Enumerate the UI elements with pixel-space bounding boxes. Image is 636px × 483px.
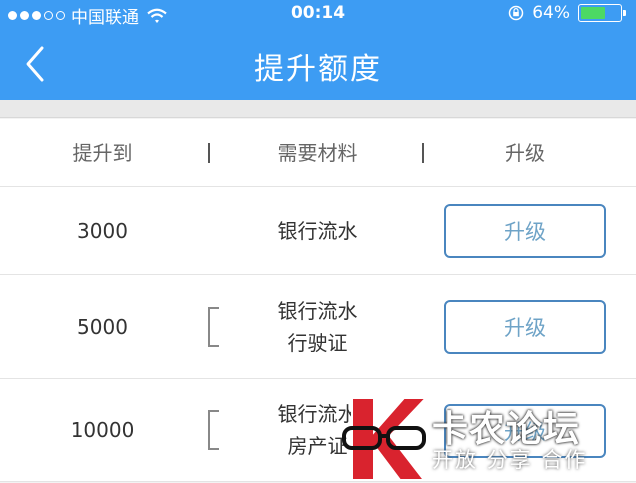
table-header: 提升到 需要材料 升级 <box>0 119 636 187</box>
amount-cell: 10000 <box>70 418 135 442</box>
column-header-upgrade: 升级 <box>505 141 545 165</box>
page-title: 提升额度 <box>254 52 382 87</box>
battery-icon <box>578 4 626 22</box>
amount-cell: 5000 <box>77 314 128 339</box>
amount-cell: 3000 <box>77 218 128 243</box>
forum-logo-icon <box>342 397 429 481</box>
column-divider <box>208 143 210 163</box>
status-bar: 中国联通 00:14 64% <box>0 0 636 28</box>
materials-cell: 银行流水 <box>215 187 420 274</box>
status-right: 64% <box>508 3 626 23</box>
material-item: 房产证 <box>287 434 348 458</box>
upgrade-button[interactable]: 升级 <box>444 300 606 354</box>
material-item: 银行流水 <box>277 218 358 243</box>
material-item: 银行流水 <box>277 298 358 323</box>
rotation-lock-icon <box>508 5 524 21</box>
table-row: 5000 银行流水 行驶证 升级 <box>0 275 636 379</box>
column-divider <box>422 143 424 163</box>
battery-fill <box>581 7 605 19</box>
forum-watermark: 卡农论坛 开放 分享 合作 <box>340 394 630 483</box>
app-header: 中国联通 00:14 64% 提升额度 <box>0 0 636 100</box>
battery-percent: 64% <box>532 3 570 23</box>
column-header-materials: 需要材料 <box>277 141 358 165</box>
watermark-subtitle: 开放 分享 合作 <box>432 448 588 472</box>
column-header-target: 提升到 <box>72 141 133 165</box>
section-spacer <box>0 100 636 118</box>
materials-cell: 银行流水 行驶证 <box>215 275 420 378</box>
material-item: 行驶证 <box>287 330 348 355</box>
upgrade-button[interactable]: 升级 <box>444 204 606 258</box>
table-row: 3000 银行流水 升级 <box>0 187 636 275</box>
battery-nub <box>623 10 626 16</box>
